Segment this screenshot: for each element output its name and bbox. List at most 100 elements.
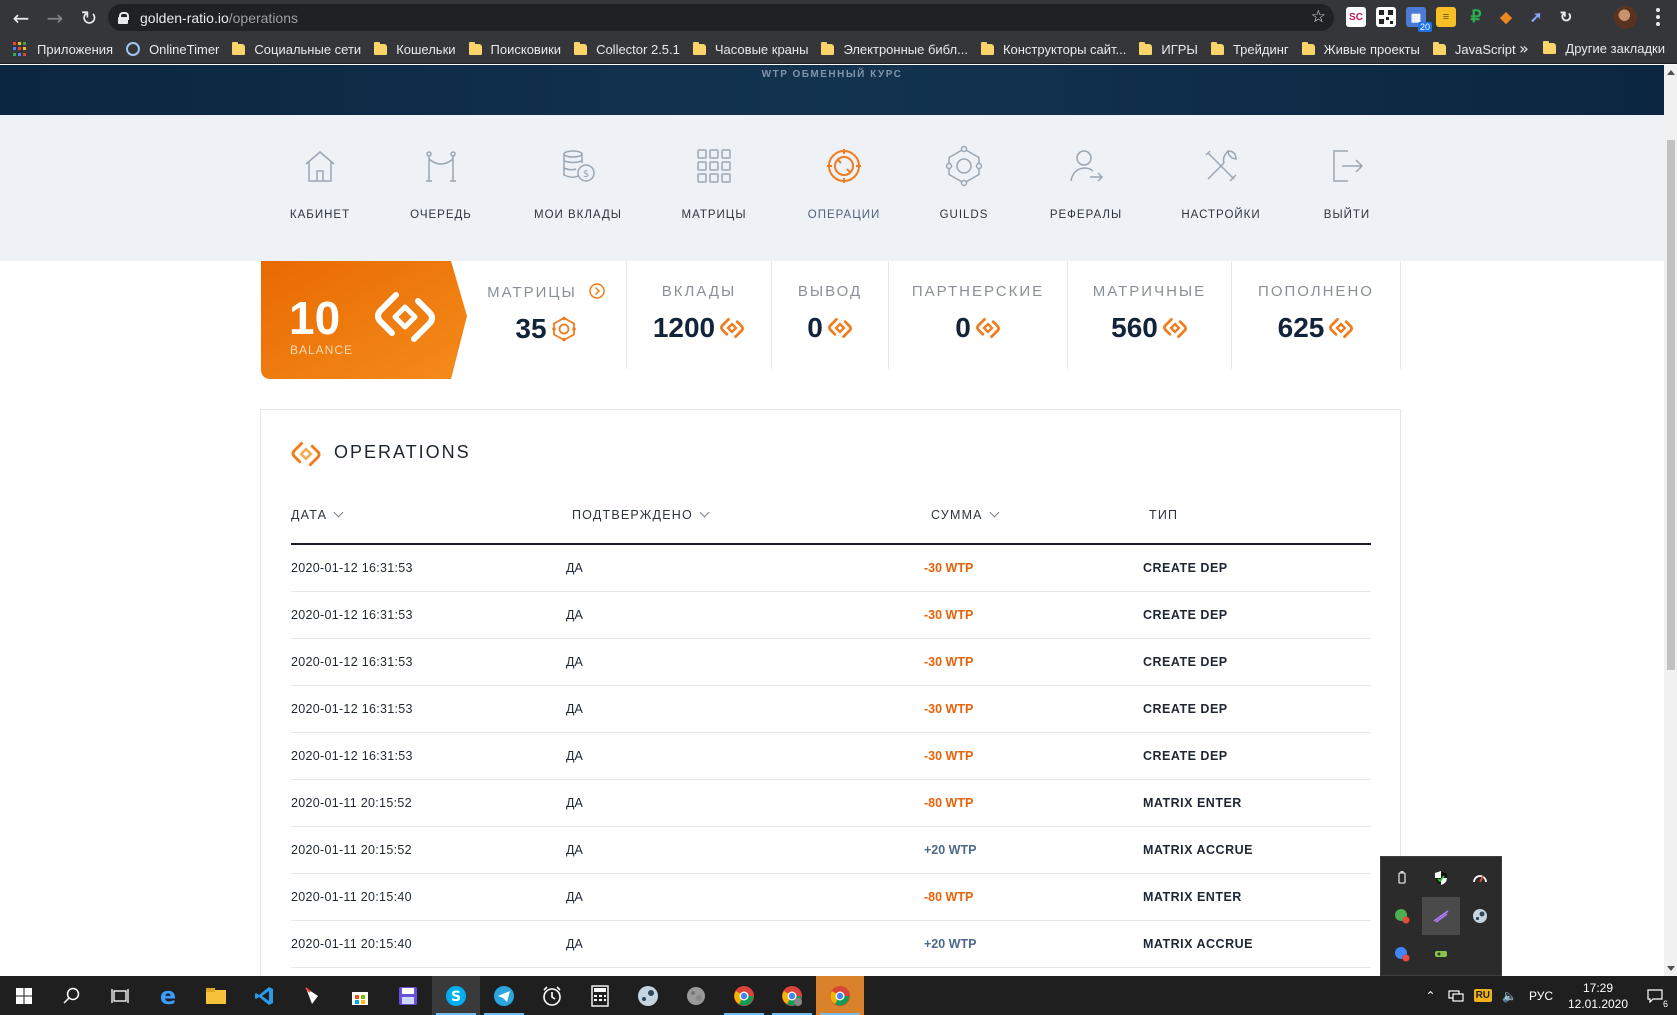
bookmark-folder[interactable]: Конструкторы сайт... [980, 41, 1126, 57]
scroll-up-icon[interactable] [1667, 70, 1675, 75]
pen-tool-icon[interactable] [1422, 897, 1460, 935]
volume-icon[interactable]: 🔈 [1502, 989, 1517, 1003]
address-bar[interactable]: golden-ratio.io/operations ☆ [108, 4, 1334, 31]
cursor-extension-icon[interactable]: ➚ [1526, 7, 1546, 27]
bookmarks-overflow-icon[interactable]: » [1519, 39, 1529, 58]
steam-app-icon[interactable] [624, 976, 672, 1015]
qr-extension-icon[interactable] [1376, 7, 1396, 27]
store-bag-icon[interactable] [336, 976, 384, 1015]
sync-extension-icon[interactable]: ↻ [1556, 7, 1576, 27]
shield-icon[interactable] [1422, 859, 1460, 897]
calendar-extension-icon[interactable]: ▦ 20 [1406, 7, 1432, 32]
search-icon[interactable] [48, 976, 96, 1015]
bookmark-folder[interactable]: Часовые краны [692, 41, 808, 57]
nav-item-operations[interactable]: ОПЕРАЦИИ [784, 145, 904, 221]
reload-icon[interactable]: ↻ [76, 5, 102, 31]
cell-confirmed: ДА [566, 702, 583, 716]
folder-icon [1543, 41, 1557, 54]
bookmark-apps[interactable]: Приложения [13, 42, 113, 57]
network-icon[interactable] [1447, 989, 1464, 1003]
back-arrow-icon[interactable]: ← [8, 5, 34, 31]
forward-arrow-icon[interactable]: → [42, 5, 68, 31]
bookmarks-bar: Приложения OnlineTimer Социальные сети К… [0, 35, 1677, 64]
page-scrollbar[interactable] [1664, 65, 1677, 976]
nav-item-logout[interactable]: ВЫЙТИ [1287, 145, 1407, 221]
table-row: 2020-01-12 16:31:53 ДА -30 WTP CREATE DE… [291, 545, 1371, 592]
bookmark-folder[interactable]: Трейдинг [1210, 41, 1289, 57]
nav-item-label: ВЫЙТИ [1323, 209, 1371, 221]
bookmark-folder[interactable]: Collector 2.5.1 [574, 41, 680, 57]
bookmark-onlinetimer[interactable]: OnlineTimer [126, 42, 219, 57]
cell-date: 2020-01-12 16:31:53 [291, 702, 413, 716]
other-bookmarks[interactable]: Другие закладки [1543, 41, 1665, 56]
chrome-remote-icon[interactable] [1383, 935, 1421, 973]
moon-app-icon[interactable] [672, 976, 720, 1015]
ruble-extension-icon[interactable]: ₽ [1466, 7, 1486, 27]
profile-avatar[interactable] [1614, 6, 1637, 29]
nav-item-referrals[interactable]: РЕФЕРАЛЫ [1026, 145, 1146, 221]
alarm-clock-icon[interactable] [528, 976, 576, 1015]
gpu-icon[interactable] [1422, 935, 1460, 973]
scroll-down-icon[interactable] [1667, 966, 1675, 971]
nav-item-matrices[interactable]: МАТРИЦЫ [654, 145, 774, 221]
tray-chevron-up-icon[interactable]: ⌃ [1426, 989, 1436, 1003]
column-header-date[interactable]: ДАТА [291, 507, 344, 522]
metamask-fox-icon[interactable]: ◆ [1496, 7, 1516, 27]
file-explorer-icon[interactable] [192, 976, 240, 1015]
bookmark-folder[interactable]: ИГРЫ [1139, 41, 1198, 57]
hero-text: WTP ОБМЕННЫЙ КУРС [761, 69, 903, 80]
language-badge[interactable]: RU [1473, 989, 1493, 1002]
notification-count: 6 [1662, 999, 1668, 1009]
vscode-icon[interactable] [240, 976, 288, 1015]
bookmark-folder[interactable]: Поисковики [468, 41, 561, 57]
chrome-icon[interactable] [720, 976, 768, 1015]
column-header-confirmed[interactable]: ПОДТВЕРЖДЕНО [572, 507, 710, 522]
table-row: 2020-01-12 16:31:53 ДА -30 WTP CREATE DE… [291, 639, 1371, 686]
edge-browser-icon[interactable]: e [144, 976, 192, 1015]
browser-menu-icon[interactable] [1656, 8, 1660, 26]
nav-item-cabinet[interactable]: КАБИНЕТ [260, 145, 380, 221]
stat-value: 0 [889, 312, 1067, 344]
task-view-icon[interactable] [96, 976, 144, 1015]
speedometer-icon[interactable] [1461, 859, 1499, 897]
bookmark-folder[interactable]: Социальные сети [232, 41, 361, 57]
home-icon [305, 151, 335, 182]
telegram-icon[interactable] [480, 976, 528, 1015]
notes-extension-icon[interactable]: ≡ [1436, 7, 1456, 27]
calculator-icon[interactable] [576, 976, 624, 1015]
chrome-active-window-icon[interactable] [816, 976, 864, 1015]
update-status-icon[interactable] [1383, 897, 1421, 935]
bookmark-folder[interactable]: Кошельки [374, 41, 456, 57]
nav-item-my-deposits[interactable]: $ МОИ ВКЛАДЫ [518, 145, 638, 221]
inkscape-icon[interactable] [288, 976, 336, 1015]
bookmark-star-icon[interactable]: ☆ [1311, 7, 1326, 27]
steam-icon[interactable] [1461, 897, 1499, 935]
sc-extension-icon[interactable]: SC [1346, 7, 1366, 27]
scrollbar-thumb[interactable] [1667, 140, 1675, 670]
bookmark-folder[interactable]: Электронные библ... [821, 41, 968, 57]
notification-center-icon[interactable]: 6 [1633, 976, 1677, 1015]
table-row: 2020-01-11 20:15:52 ДА +20 WTP MATRIX AC… [291, 827, 1371, 874]
column-header-sum[interactable]: СУММА [931, 507, 1000, 522]
nav-item-settings[interactable]: НАСТРОЙКИ [1161, 145, 1281, 221]
input-language[interactable]: РУС [1529, 989, 1553, 1003]
chrome-profile-icon[interactable] [768, 976, 816, 1015]
stat-matrices[interactable]: МАТРИЦЫ 35 [470, 261, 622, 369]
taskbar-clock[interactable]: 17:29 12.01.2020 [1563, 980, 1633, 1012]
skype-icon[interactable]: S [432, 976, 480, 1015]
chevron-circle-right-icon[interactable] [589, 283, 605, 299]
folder-icon [574, 41, 588, 55]
nav-item-label: КАБИНЕТ [289, 209, 351, 221]
nav-item-queue[interactable]: ОЧЕРЕДЬ [381, 145, 501, 221]
bookmark-folder[interactable]: Живые проекты [1301, 41, 1420, 57]
save-disk-icon[interactable] [384, 976, 432, 1015]
folder-icon [980, 41, 994, 55]
usb-device-icon[interactable] [1383, 859, 1421, 897]
start-windows-icon[interactable] [0, 976, 48, 1015]
wtp-coin-icon [720, 317, 745, 339]
cell-confirmed: ДА [566, 749, 583, 763]
cell-confirmed: ДА [566, 890, 583, 904]
nav-item-guilds[interactable]: GUILDS [904, 145, 1024, 221]
bookmark-folder[interactable]: JavaScript [1432, 41, 1516, 57]
cell-type: CREATE DEP [1143, 561, 1228, 575]
